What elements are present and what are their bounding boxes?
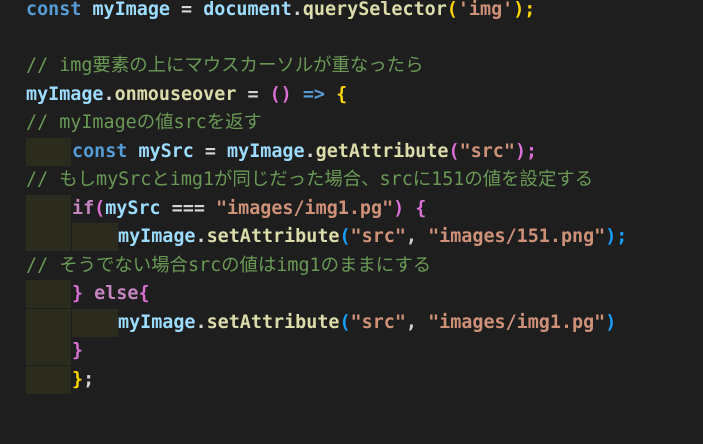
variable: myImage bbox=[118, 226, 196, 247]
string: "src" bbox=[459, 141, 515, 162]
code-line[interactable]: const mySrc = myImage.getAttribute("src"… bbox=[72, 138, 537, 166]
variable: mySrc bbox=[105, 198, 161, 219]
comment-line[interactable]: // そうでない場合srcの値はimg1のままにする bbox=[26, 252, 431, 280]
punctuation: . bbox=[103, 84, 115, 105]
indent-guide bbox=[72, 309, 118, 338]
paren: ( bbox=[339, 312, 351, 333]
brace: { bbox=[138, 283, 150, 304]
paren: ( bbox=[94, 198, 106, 219]
function-name: onmouseover bbox=[114, 84, 237, 105]
variable: myImage bbox=[118, 312, 196, 333]
paren: ) bbox=[393, 198, 405, 219]
paren: ); bbox=[513, 0, 536, 20]
string: "images/img1.pg" bbox=[428, 312, 606, 333]
code-line[interactable]: myImage.setAttribute("src", "images/151.… bbox=[118, 223, 627, 251]
variable: mySrc bbox=[138, 141, 194, 162]
indent-guide bbox=[26, 138, 71, 167]
brace: } bbox=[72, 369, 84, 390]
keyword: if bbox=[72, 198, 95, 219]
operator: = bbox=[193, 141, 228, 162]
indent-guide bbox=[26, 280, 71, 309]
comment-line[interactable]: // もしmySrcとimg1が同じだった場合、srcに151の値を設定する bbox=[26, 166, 593, 194]
variable: myImage bbox=[227, 141, 305, 162]
punctuation: , bbox=[405, 312, 429, 333]
string: "images/img1.pg" bbox=[215, 198, 394, 219]
operator: = bbox=[236, 84, 270, 105]
indent-guide bbox=[26, 337, 71, 366]
brace: } bbox=[72, 283, 84, 304]
function-name: getAttribute bbox=[315, 141, 449, 162]
paren: ( bbox=[339, 226, 351, 247]
punctuation: . bbox=[195, 312, 207, 333]
code-line[interactable]: }; bbox=[72, 366, 94, 394]
paren: ); bbox=[605, 226, 628, 247]
string: "images/151.png" bbox=[428, 226, 606, 247]
function-name: setAttribute bbox=[206, 312, 340, 333]
paren: ) bbox=[605, 312, 617, 333]
code-line[interactable]: const myImage = document.querySelector('… bbox=[26, 0, 535, 24]
function-name: setAttribute bbox=[206, 226, 340, 247]
code-editor[interactable]: const myImage = document.querySelector('… bbox=[0, 0, 703, 444]
string: "src" bbox=[350, 312, 406, 333]
function-name: querySelector bbox=[302, 0, 447, 20]
operator: = bbox=[169, 0, 204, 20]
punctuation: ; bbox=[83, 369, 95, 390]
code-line[interactable]: if(mySrc === "images/img1.pg") { bbox=[72, 195, 426, 223]
punctuation: . bbox=[291, 0, 303, 20]
comment-line[interactable]: // img要素の上にマウスカーソルが重なったら bbox=[26, 52, 423, 80]
indent-guide bbox=[26, 195, 71, 224]
code-line[interactable]: } bbox=[72, 337, 83, 365]
variable: myImage bbox=[26, 84, 104, 105]
brace: { bbox=[415, 198, 427, 219]
punctuation: , bbox=[405, 226, 429, 247]
brace: { bbox=[336, 84, 348, 105]
code-line[interactable]: myImage.onmouseover = () => { bbox=[26, 81, 347, 109]
operator: === bbox=[160, 198, 216, 219]
paren: ( bbox=[446, 0, 458, 20]
comment-line[interactable]: // myImageの値srcを返す bbox=[26, 109, 262, 137]
variable: myImage bbox=[92, 0, 170, 20]
indent-guide bbox=[72, 223, 118, 252]
arrow: => bbox=[291, 84, 337, 105]
brace: } bbox=[72, 340, 84, 361]
punctuation: . bbox=[195, 226, 207, 247]
code-line[interactable]: } else{ bbox=[72, 280, 150, 308]
paren: () bbox=[269, 84, 292, 105]
keyword: else bbox=[94, 283, 139, 304]
indent-guide bbox=[26, 309, 71, 338]
paren: ); bbox=[514, 141, 538, 162]
indent-guide bbox=[26, 223, 71, 252]
punctuation: . bbox=[304, 141, 316, 162]
string: 'img' bbox=[457, 0, 514, 20]
variable: document bbox=[203, 0, 292, 20]
string: "src" bbox=[350, 226, 406, 247]
keyword: const bbox=[72, 141, 128, 162]
code-line[interactable]: myImage.setAttribute("src", "images/img1… bbox=[118, 309, 616, 337]
keyword: const bbox=[26, 0, 82, 20]
indent-guide bbox=[26, 366, 71, 395]
paren: ( bbox=[448, 141, 460, 162]
